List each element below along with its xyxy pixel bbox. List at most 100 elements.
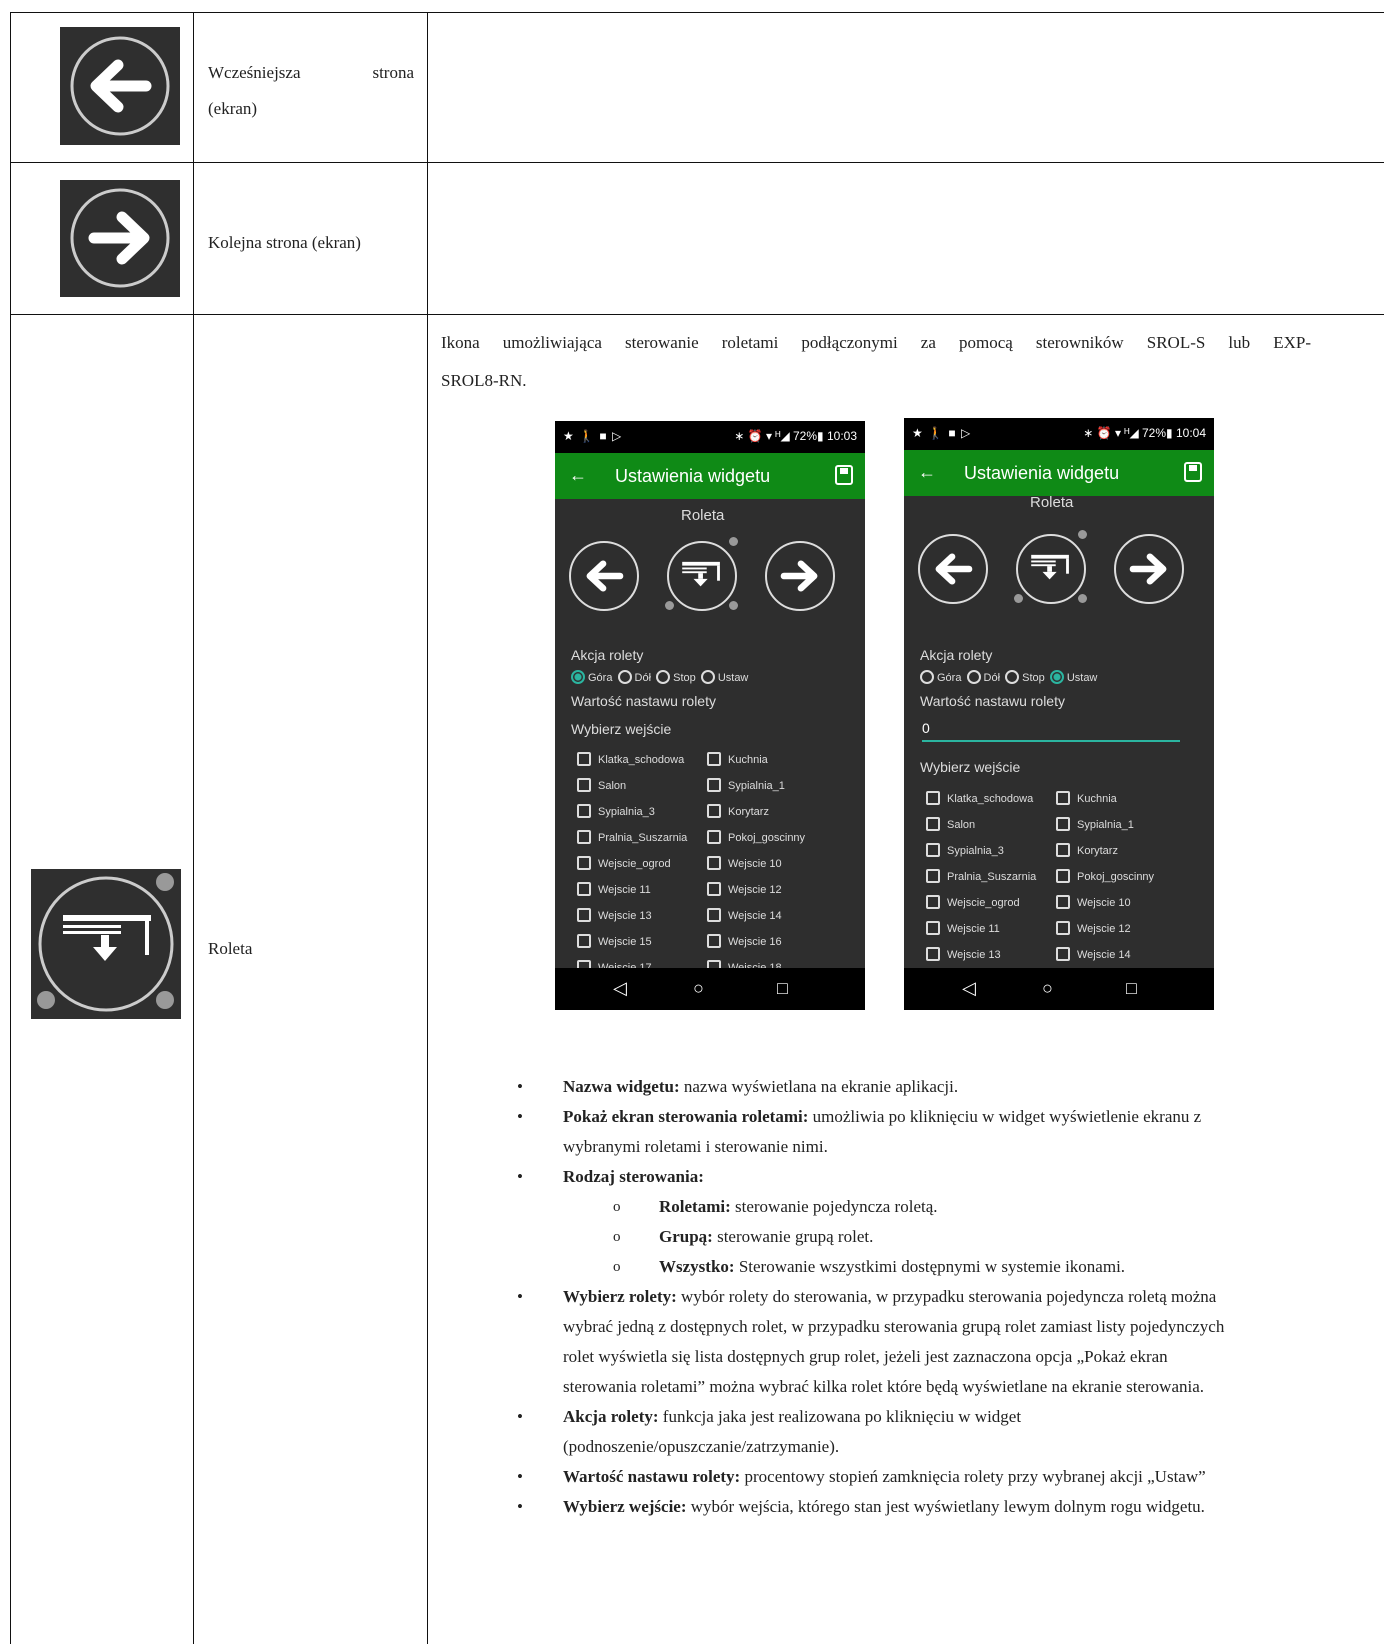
checkbox[interactable] xyxy=(1056,843,1070,857)
checkbox[interactable] xyxy=(577,752,591,766)
checkbox[interactable] xyxy=(926,843,940,857)
checkbox-item[interactable]: Wejscie 16 xyxy=(707,934,782,948)
checkbox-item[interactable]: Sypialnia_3 xyxy=(577,804,655,818)
radio-gora[interactable] xyxy=(920,670,934,684)
radio-stop[interactable] xyxy=(1005,670,1020,684)
checkbox[interactable] xyxy=(926,791,940,805)
arrow-right-icon xyxy=(60,180,180,297)
nav-recent-icon[interactable]: □ xyxy=(1126,978,1137,999)
preview-left-arrow-icon[interactable] xyxy=(569,541,639,611)
setpoint-input[interactable]: 0 xyxy=(922,720,1180,742)
checkbox[interactable] xyxy=(707,882,721,896)
radio-stop[interactable] xyxy=(656,670,671,684)
checkbox-item[interactable]: Wejscie 14 xyxy=(1056,947,1131,961)
checkbox-item[interactable]: Wejscie 11 xyxy=(577,882,651,896)
preview-blind-icon[interactable] xyxy=(667,541,737,611)
checkbox-item[interactable]: Wejscie 15 xyxy=(577,934,652,948)
preview-right-arrow-icon[interactable] xyxy=(1114,534,1184,604)
checkbox-item[interactable]: Pralnia_Suszarnia xyxy=(926,869,1036,883)
checkbox[interactable] xyxy=(577,804,591,818)
table-border-top xyxy=(10,12,1384,13)
checkbox[interactable] xyxy=(707,752,721,766)
nav-home-icon[interactable]: ○ xyxy=(693,978,704,999)
save-icon[interactable] xyxy=(1184,462,1202,482)
checkbox[interactable] xyxy=(1056,869,1070,883)
description-intro-line1: Ikona umożliwiająca sterowanie roletami … xyxy=(441,333,1311,352)
preview-blind-icon[interactable] xyxy=(1016,534,1086,604)
checkbox[interactable] xyxy=(707,934,721,948)
checkbox[interactable] xyxy=(1056,791,1070,805)
checkbox[interactable] xyxy=(577,908,591,922)
checkbox-item[interactable]: Sypialnia_1 xyxy=(1056,817,1134,831)
checkbox[interactable] xyxy=(577,934,591,948)
nav-recent-icon[interactable]: □ xyxy=(777,978,788,999)
nav-back-icon[interactable]: ◁ xyxy=(613,978,627,999)
checkbox[interactable] xyxy=(1056,895,1070,909)
nav-home-icon[interactable]: ○ xyxy=(1042,978,1053,999)
checkbox[interactable] xyxy=(707,908,721,922)
action-radio-group[interactable]: Góra Dół Stop Ustaw xyxy=(569,670,748,684)
action-radio-group[interactable]: Góra Dół Stop Ustaw xyxy=(918,670,1097,684)
preview-left-arrow-icon[interactable] xyxy=(918,534,988,604)
checkbox[interactable] xyxy=(577,882,591,896)
checkbox[interactable] xyxy=(577,856,591,870)
checkbox[interactable] xyxy=(926,817,940,831)
back-arrow-icon[interactable]: ← xyxy=(918,462,936,483)
checkbox-label: Wejscie 10 xyxy=(1077,897,1131,909)
sub-bullet-item: Roletami: sterowanie pojedyncza roletą. xyxy=(465,1192,1384,1222)
checkbox[interactable] xyxy=(1056,817,1070,831)
radio-label: Góra xyxy=(588,672,613,684)
checkbox[interactable] xyxy=(707,778,721,792)
back-arrow-icon[interactable]: ← xyxy=(569,465,587,486)
checkbox[interactable] xyxy=(926,895,940,909)
checkbox-item[interactable]: Pokoj_goscinny xyxy=(707,830,805,844)
checkbox[interactable] xyxy=(1056,947,1070,961)
checkbox-item[interactable]: Wejscie 13 xyxy=(926,947,1001,961)
checkbox[interactable] xyxy=(926,921,940,935)
checkbox-label: Sypialnia_1 xyxy=(728,780,785,792)
checkbox-label: Korytarz xyxy=(728,806,769,818)
preview-right-arrow-icon[interactable] xyxy=(765,541,835,611)
checkbox-item[interactable]: Wejscie 10 xyxy=(1056,895,1131,909)
checkbox-item[interactable]: Wejscie_ogrod xyxy=(926,895,1020,909)
checkbox[interactable] xyxy=(926,947,940,961)
checkbox[interactable] xyxy=(707,830,721,844)
checkbox-item[interactable]: Wejscie 12 xyxy=(1056,921,1131,935)
checkbox-item[interactable]: Sypialnia_1 xyxy=(707,778,785,792)
checkbox[interactable] xyxy=(577,778,591,792)
radio-gora[interactable] xyxy=(571,670,585,684)
radio-ustaw[interactable] xyxy=(1049,670,1064,684)
checkbox-item[interactable]: Sypialnia_3 xyxy=(926,843,1004,857)
radio-dol[interactable] xyxy=(966,670,981,684)
checkbox-item[interactable]: Kuchnia xyxy=(707,752,768,766)
radio-ustaw[interactable] xyxy=(700,670,715,684)
checkbox-item[interactable]: Korytarz xyxy=(1056,843,1118,857)
bullet-item: Rodzaj sterowania: xyxy=(465,1162,1384,1192)
checkbox-item[interactable]: Kuchnia xyxy=(1056,791,1117,805)
checkbox-item[interactable]: Salon xyxy=(926,817,975,831)
checkbox-item[interactable]: Wejscie 12 xyxy=(707,882,782,896)
checkbox-item[interactable]: Wejscie 13 xyxy=(577,908,652,922)
checkbox[interactable] xyxy=(707,804,721,818)
checkbox[interactable] xyxy=(707,856,721,870)
checkbox-label: Kuchnia xyxy=(1077,793,1117,805)
checkbox-label: Wejscie 15 xyxy=(598,936,652,948)
checkbox[interactable] xyxy=(577,830,591,844)
save-icon[interactable] xyxy=(835,465,853,485)
bullet-label: Pokaż ekran sterowania roletami: xyxy=(563,1107,809,1126)
checkbox-item[interactable]: Wejscie 14 xyxy=(707,908,782,922)
checkbox[interactable] xyxy=(926,869,940,883)
nav-back-icon[interactable]: ◁ xyxy=(962,978,976,999)
checkbox-item[interactable]: Wejscie 10 xyxy=(707,856,782,870)
checkbox-item[interactable]: Pralnia_Suszarnia xyxy=(577,830,687,844)
checkbox-item[interactable]: Pokoj_goscinny xyxy=(1056,869,1154,883)
checkbox-item[interactable]: Klatka_schodowa xyxy=(926,791,1033,805)
checkbox-item[interactable]: Salon xyxy=(577,778,626,792)
checkbox-item[interactable]: Klatka_schodowa xyxy=(577,752,684,766)
radio-dol[interactable] xyxy=(617,670,632,684)
checkbox-item[interactable]: Korytarz xyxy=(707,804,769,818)
checkbox-item[interactable]: Wejscie 11 xyxy=(926,921,1000,935)
checkbox-label: Wejscie 14 xyxy=(1077,949,1131,961)
checkbox[interactable] xyxy=(1056,921,1070,935)
checkbox-item[interactable]: Wejscie_ogrod xyxy=(577,856,671,870)
